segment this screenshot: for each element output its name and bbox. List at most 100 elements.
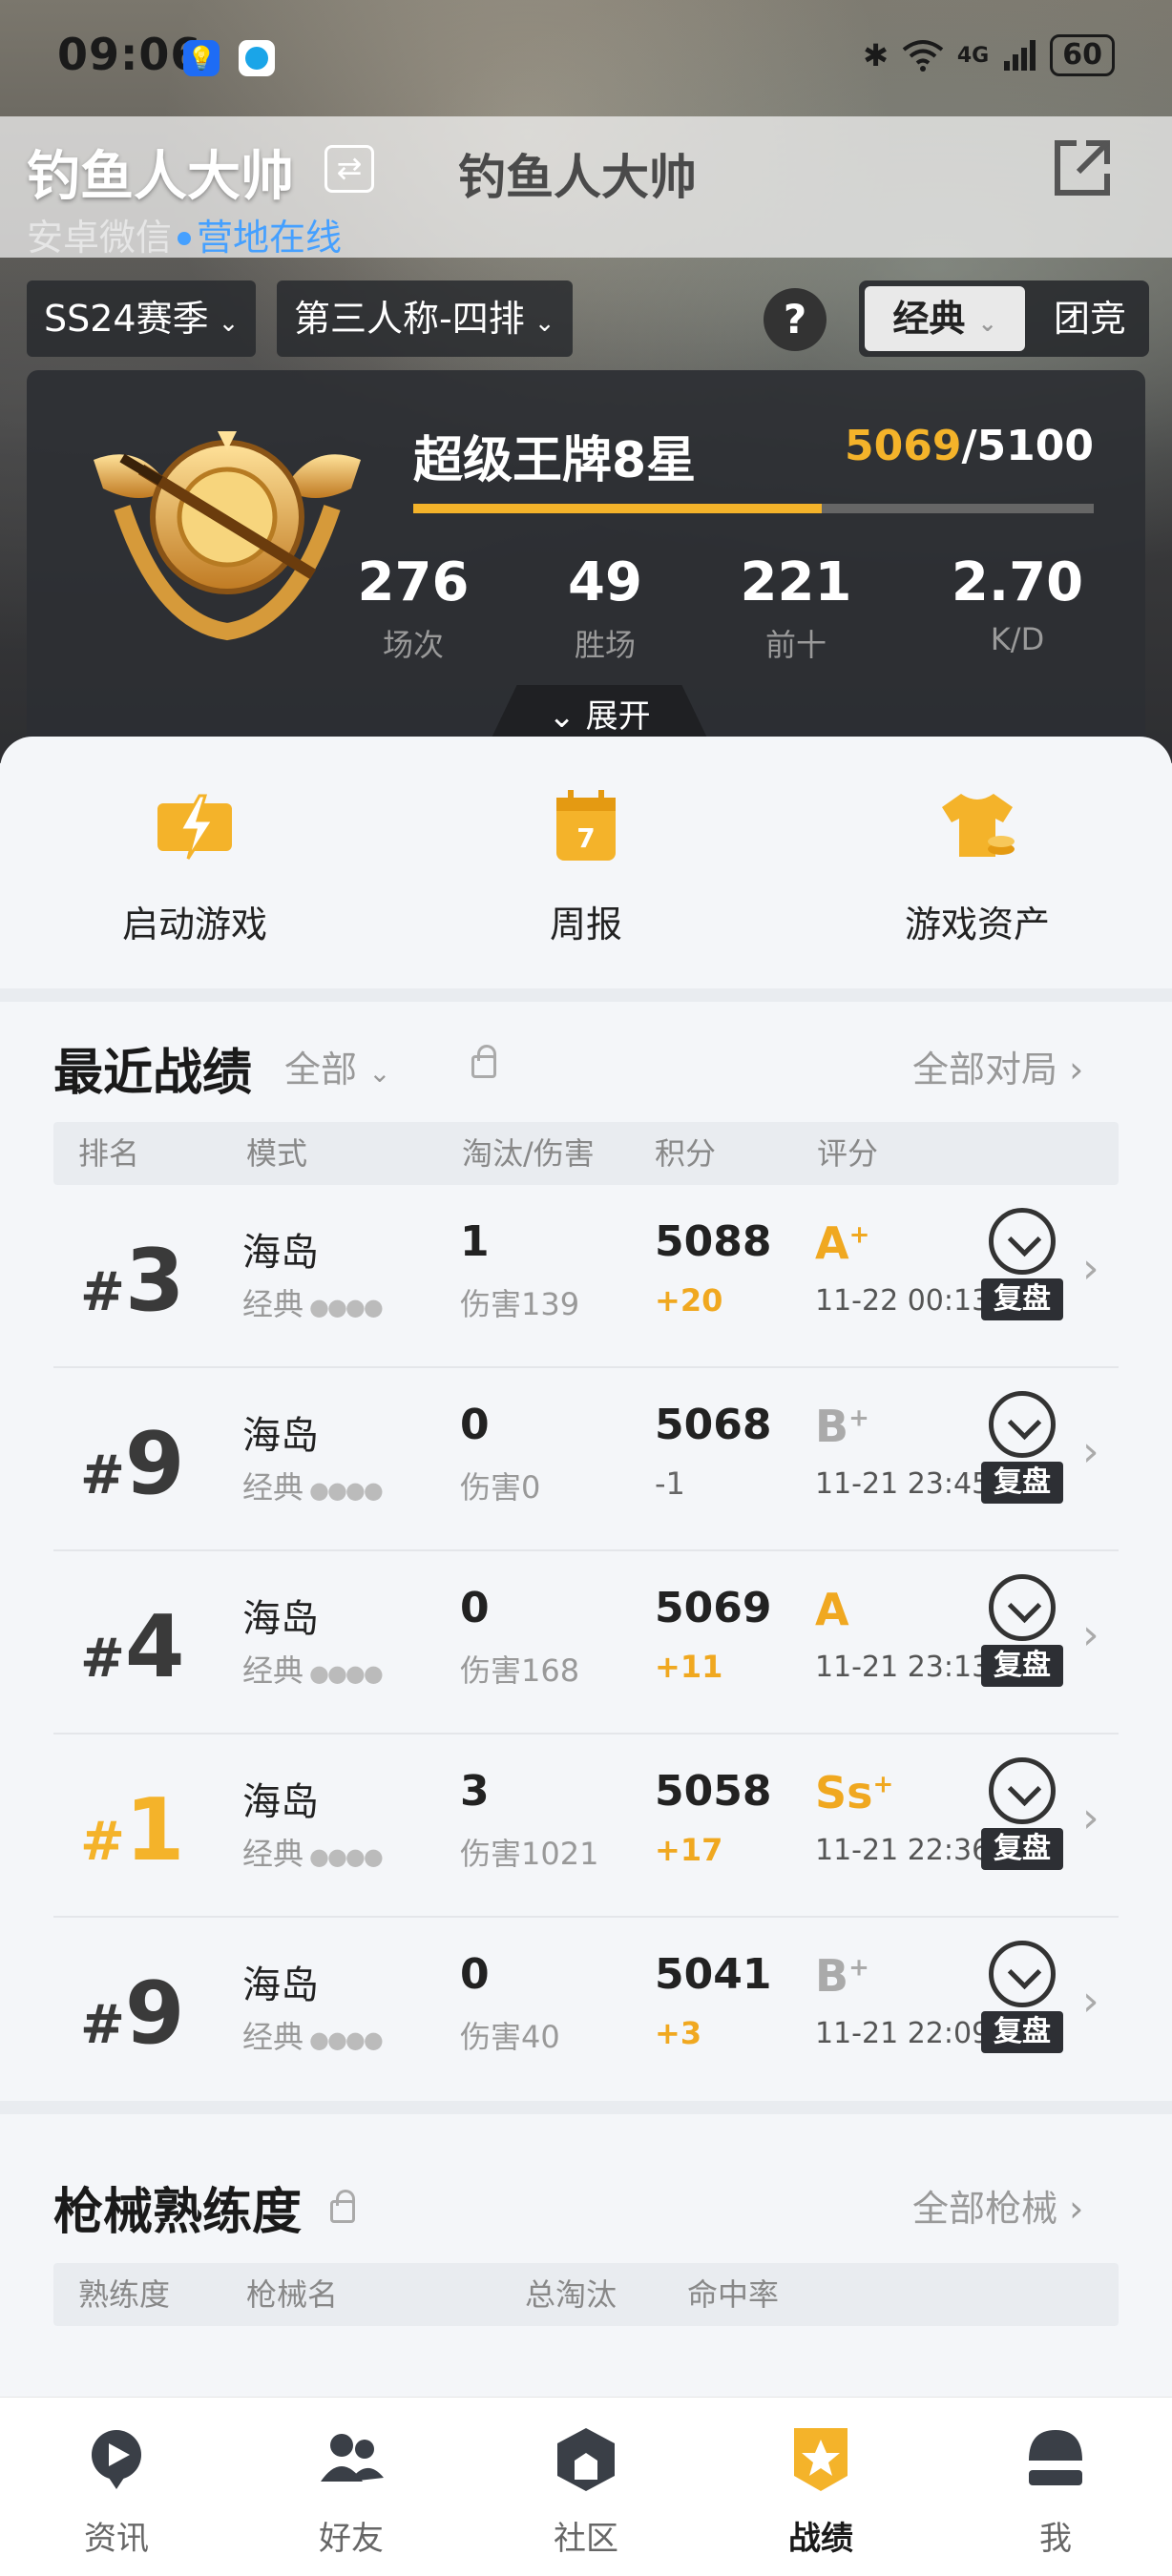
match-row[interactable]: #9 海岛 经典 ●●●● 0 伤害0 5068 -1 B+ 11-21 23:4… [53,1368,1119,1551]
chevron-down-icon: ⌄ [218,309,240,338]
divider [0,2101,1172,2114]
col-grade: 评分 [817,1135,879,1172]
match-delta: +20 [655,1282,723,1319]
download-icon [989,1757,1056,1824]
player-nickname: 钓鱼人大帅 [27,146,294,208]
squad-icon: ●●●● [309,1477,384,1504]
replay-label: 复盘 [981,1462,1063,1504]
nav-friends[interactable]: 好友 [275,2422,428,2559]
match-row[interactable]: #4 海岛 经典 ●●●● 0 伤害168 5069 +11 A 11-21 23… [53,1551,1119,1735]
nav-news[interactable]: 资讯 [40,2422,193,2559]
download-icon [989,1208,1056,1275]
weekly-report-button[interactable]: 7 周报 [462,782,710,947]
match-row[interactable]: #3 海岛 经典 ●●●● 1 伤害139 5088 +20 A+ 11-22 0… [53,1185,1119,1368]
game-assets-button[interactable]: 游戏资产 [853,782,1101,947]
match-row[interactable]: #9 海岛 经典 ●●●● 0 伤害40 5041 +3 B+ 11-21 22:… [53,1918,1119,2101]
match-rank: #9 [80,1414,185,1514]
all-weapons-link[interactable]: 全部枪械 › [912,2179,1083,2232]
recent-filter[interactable]: 全部 ⌄ [284,1040,391,1092]
swap-account-icon[interactable]: ⇄ [324,145,374,193]
nav-community[interactable]: 社区 [510,2422,662,2559]
nav-records[interactable]: 战绩 [744,2422,897,2559]
online-dot [178,231,192,245]
col-weapon: 枪械名 [246,2276,339,2313]
nav-label: 社区 [554,2520,618,2558]
stat-value: 221 [740,551,852,613]
weapons-table-header: 熟练度 枪械名 总淘汰 命中率 [53,2263,1119,2326]
lock-icon [471,1045,496,1078]
profile-icon [1029,2430,1082,2485]
match-mode: 海岛 [242,1780,319,1824]
replay-button[interactable]: 复盘 [979,1941,1065,2055]
col-kills: 淘汰/伤害 [462,1135,595,1172]
season-select[interactable]: SS24赛季 ⌄ [27,280,257,357]
replay-button[interactable]: 复盘 [979,1208,1065,1322]
replay-button[interactable]: 复盘 [979,1757,1065,1872]
match-kills: 0 [460,1950,490,1999]
match-delta: +3 [655,2015,702,2051]
season-label: SS24赛季 [44,298,209,340]
replay-label: 复盘 [981,2011,1063,2053]
rank-value: 3 [124,1231,185,1331]
shirt-icon [942,794,1015,857]
submode-label: 经典 [242,1836,304,1872]
mode-select[interactable]: 第三人称-四排 ⌄ [277,280,573,357]
nav-label: 我 [1039,2520,1072,2558]
role-name: 钓鱼人大帅 [458,150,697,205]
grade-sup: + [872,1770,894,1799]
stat-top10: 221 前十 [720,551,872,665]
match-grade: B+ [815,1950,869,2002]
squad-icon: ●●●● [309,2026,384,2053]
platform-label: 安卓微信 [27,217,173,259]
grade-value: B [815,1950,849,2002]
recent-filter-label: 全部 [284,1049,358,1091]
match-grade: Ss+ [815,1767,893,1818]
match-row[interactable]: #1 海岛 经典 ●●●● 3 伤害1021 5058 +17 Ss+ 11-21… [53,1735,1119,1918]
submode-label: 经典 [242,1469,304,1506]
chevron-down-icon: ⌄ [548,697,576,736]
mode-label: 第三人称-四排 [294,298,525,340]
network-type: 4G [956,43,990,68]
wifi-icon [902,40,944,72]
chevron-right-icon: › [1082,1427,1099,1476]
launch-game-button[interactable]: 启动游戏 [71,782,319,947]
replay-button[interactable]: 复盘 [979,1574,1065,1689]
match-points: 5068 [655,1401,772,1449]
col-rank: 排名 [78,1135,140,1172]
expand-label: 展开 [585,697,651,736]
quick-label: 周报 [549,904,622,945]
grade-value: B [815,1401,849,1452]
match-kills: 0 [460,1584,490,1632]
nav-label: 资讯 [84,2520,149,2558]
match-mode: 海岛 [242,1963,319,2007]
rank-progress-bar [413,504,1094,513]
chevron-right-icon: › [1082,1244,1099,1293]
toggle-classic[interactable]: 经典 ⌄ [865,286,1025,351]
download-icon [989,1391,1056,1458]
status-bar: 09:06 💡 ✱ 4G 60 [0,0,1172,114]
help-icon[interactable]: ? [764,288,827,351]
col-mode: 模式 [246,1135,308,1172]
all-matches-link[interactable]: 全部对局 › [912,1040,1083,1092]
stat-value: 49 [568,551,642,613]
col-mastery: 熟练度 [78,2276,171,2313]
chevron-down-icon: ⌄ [977,310,997,337]
match-points: 5069 [655,1584,772,1632]
news-icon [92,2430,141,2489]
nav-me[interactable]: 我 [979,2422,1132,2559]
nav-label: 战绩 [788,2520,853,2558]
share-icon[interactable] [1048,134,1117,202]
replay-button[interactable]: 复盘 [979,1391,1065,1506]
signal-icon [1004,40,1036,71]
col-total-kills: 总淘汰 [525,2276,617,2313]
battery-indicator: 60 [1050,34,1115,76]
score-target: /5100 [961,422,1094,470]
submode-label: 经典 [242,1286,304,1322]
bulb-notification-icon: 💡 [183,40,220,76]
grade-value: A [815,1217,849,1269]
submode-label: 经典 [242,1652,304,1689]
toggle-team[interactable]: 团竞 [1036,286,1143,351]
col-points: 积分 [655,1135,717,1172]
replay-label: 复盘 [981,1278,1063,1320]
match-submode: 经典 ●●●● [242,1464,384,1507]
